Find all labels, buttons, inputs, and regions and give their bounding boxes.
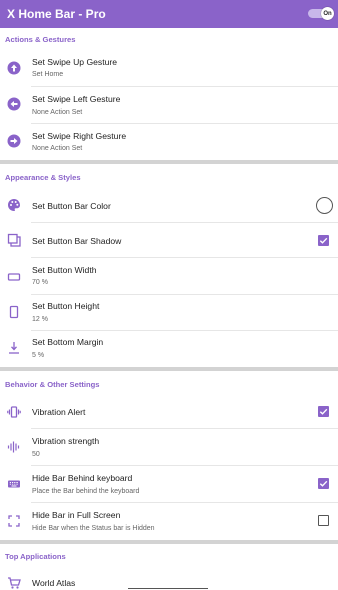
bottom-margin-icon [9,342,19,354]
app-bar: X Home Bar - Pro On [0,0,338,28]
section-divider [0,160,338,164]
section-divider [0,367,338,371]
app-row-world-atlas[interactable]: World Atlas [0,570,338,590]
setting-row-bar-color[interactable]: Set Button Bar Color [0,188,338,223]
arrow-up-circle-icon [7,61,21,75]
shadow-checkbox[interactable] [318,235,329,246]
color-radio[interactable] [316,197,333,214]
master-toggle[interactable]: On [308,7,334,20]
setting-subtitle: Place the Bar behind the keyboard [32,488,140,495]
setting-row-vibration-alert[interactable]: Vibration Alert [0,395,338,429]
section-header-top-apps: Top Applications [5,552,66,561]
setting-title: Vibration strength [32,436,100,446]
setting-subtitle: Set Home [32,71,64,78]
setting-title: Hide Bar in Full Screen [32,510,121,520]
check-icon [319,408,328,415]
setting-row-button-height[interactable]: Set Button Height 12 % [0,295,338,331]
setting-subtitle: 12 % [32,316,48,323]
setting-title: Set Button Height [32,301,100,311]
setting-row-hide-keyboard[interactable]: Hide Bar Behind keyboard Place the Bar b… [0,466,338,503]
setting-subtitle: 50 [32,451,40,458]
check-icon [319,237,328,244]
setting-title: Hide Bar Behind keyboard [32,473,133,483]
arrow-left-circle-icon [7,97,21,111]
arrow-right-circle-icon [7,134,21,148]
height-icon [9,305,19,319]
shadow-icon [7,233,21,247]
fullscreen-icon [8,515,20,527]
setting-subtitle: None Action Set [32,145,83,152]
setting-title: Set Bottom Margin [32,337,104,347]
setting-subtitle: 5 % [32,352,45,359]
cart-icon [8,577,21,589]
toggle-thumb: On [321,7,334,20]
setting-row-swipe-up[interactable]: Set Swipe Up Gesture Set Home [0,50,338,87]
setting-title: Set Swipe Left Gesture [32,94,121,104]
app-input-underline[interactable] [128,588,208,589]
setting-subtitle: 70 % [32,279,48,286]
section-header-actions: Actions & Gestures [5,35,76,44]
vibration-alert-checkbox[interactable] [318,406,329,417]
setting-subtitle: None Action Set [32,109,83,116]
setting-row-swipe-right[interactable]: Set Swipe Right Gesture None Action Set [0,124,338,160]
setting-title: Set Swipe Up Gesture [32,57,118,67]
setting-row-bar-shadow[interactable]: Set Button Bar Shadow [0,223,338,258]
setting-title: Set Swipe Right Gesture [32,131,127,141]
app-title: World Atlas [32,578,76,588]
setting-title: Set Button Bar Color [32,201,111,211]
hide-keyboard-checkbox[interactable] [318,478,329,489]
palette-icon [8,199,20,211]
keyboard-icon [8,480,20,488]
width-icon [7,273,21,281]
vibration-icon [7,406,21,418]
section-header-appearance: Appearance & Styles [5,173,81,182]
app-title: X Home Bar - Pro [7,7,106,21]
setting-row-bottom-margin[interactable]: Set Bottom Margin 5 % [0,331,338,367]
setting-title: Set Button Width [32,265,97,275]
section-header-behavior: Behavior & Other Settings [5,380,100,389]
setting-title: Set Button Bar Shadow [32,236,122,246]
setting-row-button-width[interactable]: Set Button Width 70 % [0,258,338,295]
hide-fullscreen-checkbox[interactable] [318,515,329,526]
section-divider [0,540,338,544]
setting-row-hide-fullscreen[interactable]: Hide Bar in Full Screen Hide Bar when th… [0,503,338,540]
setting-row-vibration-strength[interactable]: Vibration strength 50 [0,429,338,466]
setting-title: Vibration Alert [32,407,86,417]
setting-subtitle: Hide Bar when the Status bar is Hidden [32,525,155,532]
check-icon [319,480,328,487]
vibration-strength-icon [7,441,20,453]
setting-row-swipe-left[interactable]: Set Swipe Left Gesture None Action Set [0,87,338,124]
